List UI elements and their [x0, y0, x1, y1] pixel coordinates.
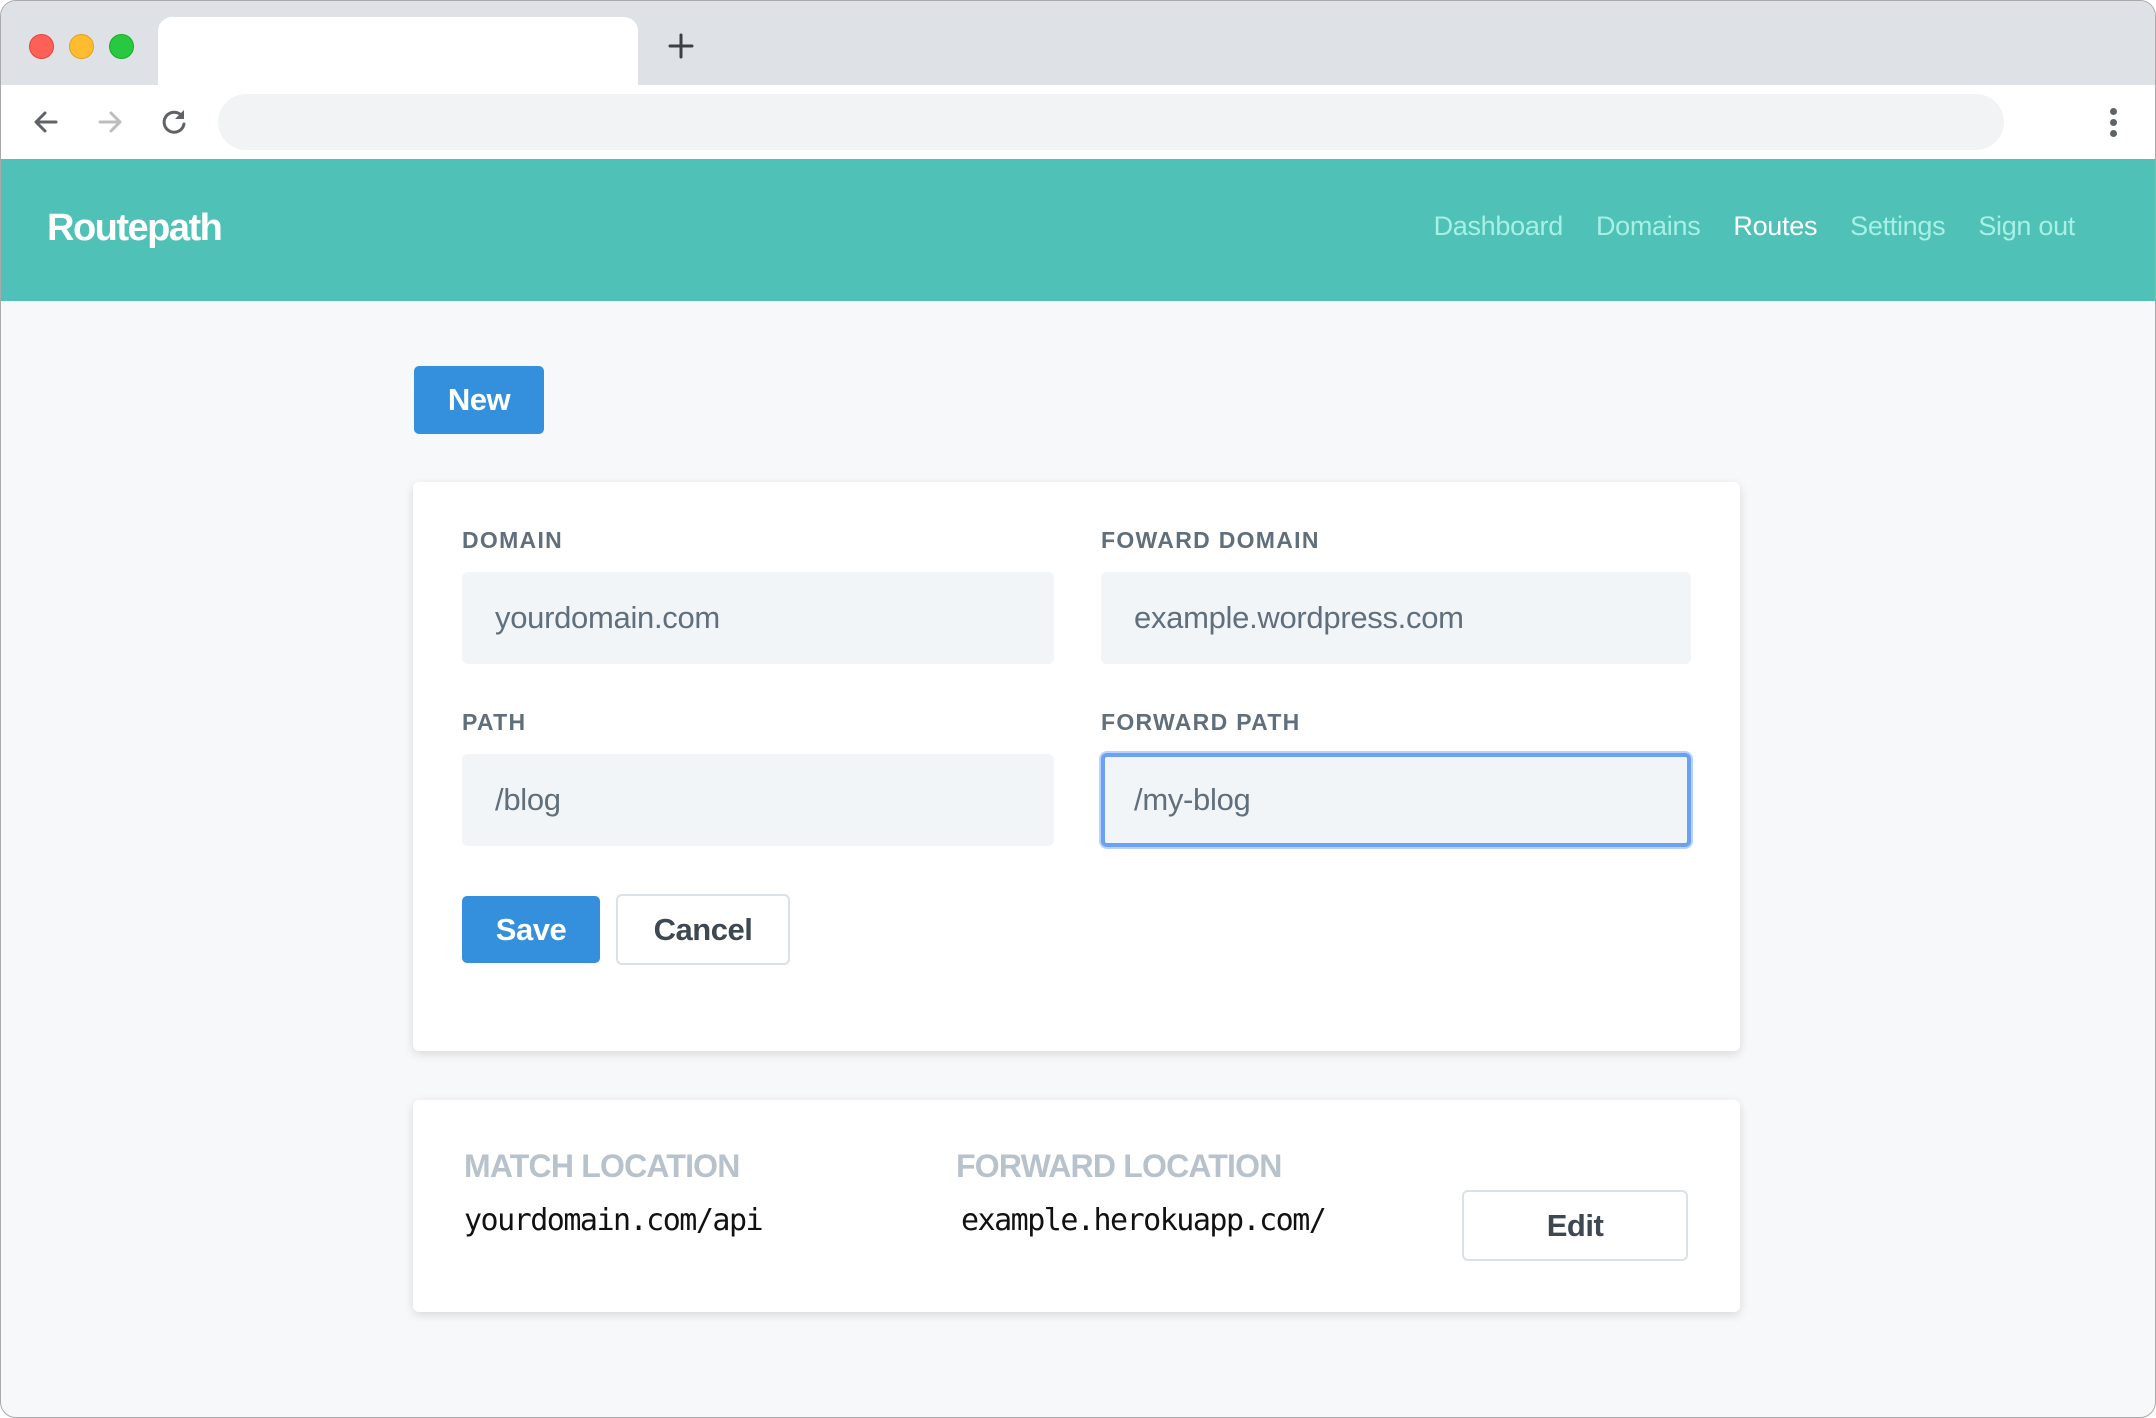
nav-link-dashboard[interactable]: Dashboard [1434, 211, 1564, 242]
brand-logo[interactable]: Routepath [47, 207, 223, 250]
forward-domain-input[interactable] [1101, 572, 1691, 664]
edit-route-button[interactable]: Edit [1462, 1190, 1688, 1261]
maximize-window-button[interactable] [109, 34, 134, 59]
cancel-button[interactable]: Cancel [616, 894, 790, 965]
arrow-right-icon[interactable] [90, 102, 130, 142]
address-bar[interactable] [218, 94, 2004, 150]
match-location-value: yourdomain.com/api [464, 1203, 764, 1238]
arrow-left-icon[interactable] [26, 102, 66, 142]
save-button[interactable]: Save [462, 896, 600, 963]
forward-domain-label: FOWARD DOMAIN [1101, 527, 1320, 553]
app-navbar: Routepath Dashboard Domains Routes Setti… [1, 159, 2155, 301]
path-label: PATH [462, 709, 527, 735]
browser-toolbar [1, 85, 2155, 160]
new-route-button[interactable]: New [414, 366, 544, 434]
reload-icon[interactable] [154, 102, 194, 142]
minimize-window-button[interactable] [69, 34, 94, 59]
browser-tab[interactable] [158, 17, 638, 85]
nav-link-domains[interactable]: Domains [1596, 211, 1701, 242]
path-input[interactable] [462, 754, 1054, 846]
forward-path-input[interactable] [1101, 753, 1691, 847]
nav-link-settings[interactable]: Settings [1850, 211, 1945, 242]
nav-link-sign-out[interactable]: Sign out [1978, 211, 2075, 242]
nav-link-routes[interactable]: Routes [1733, 211, 1817, 242]
nav-links: Dashboard Domains Routes Settings Sign o… [1434, 211, 2076, 242]
forward-location-label: FORWARD LOCATION [956, 1148, 1282, 1184]
close-window-button[interactable] [29, 34, 54, 59]
route-form-card: DOMAIN FOWARD DOMAIN PATH FORWARD PATH S… [413, 482, 1740, 1051]
route-list-item: MATCH LOCATION yourdomain.com/api FORWAR… [413, 1100, 1740, 1312]
domain-label: DOMAIN [462, 527, 564, 553]
forward-location-value: example.herokuapp.com/ [961, 1203, 1327, 1238]
match-location-label: MATCH LOCATION [464, 1148, 740, 1184]
browser-window: Routepath Dashboard Domains Routes Setti… [0, 0, 2156, 1418]
plus-icon[interactable] [665, 31, 697, 63]
domain-input[interactable] [462, 572, 1054, 664]
tab-strip [1, 1, 2155, 85]
more-vertical-icon[interactable] [2093, 102, 2133, 142]
forward-path-label: FORWARD PATH [1101, 709, 1301, 735]
